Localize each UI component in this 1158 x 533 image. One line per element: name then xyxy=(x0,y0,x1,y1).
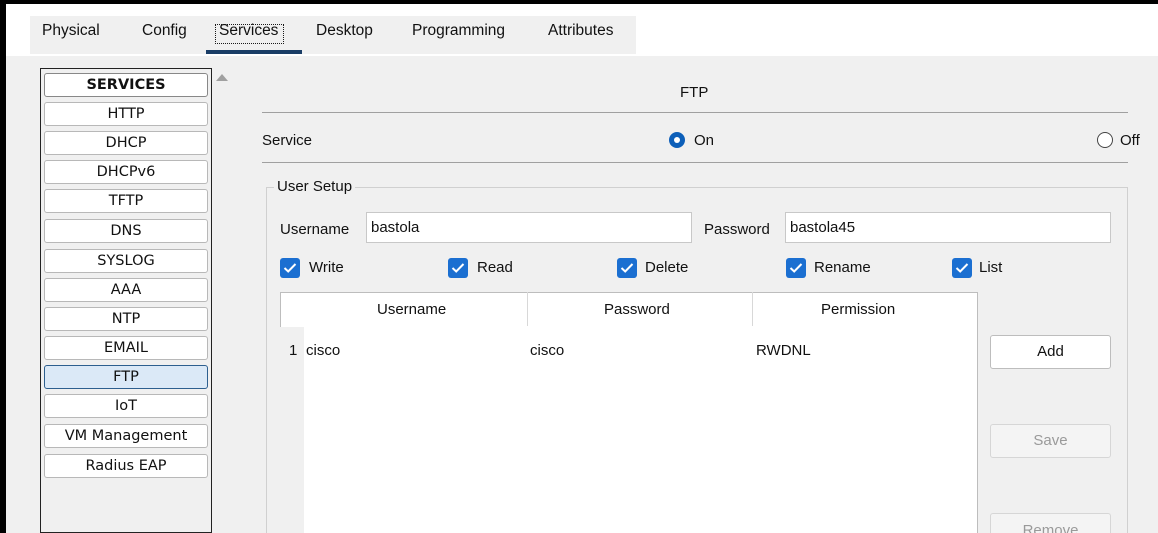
service-off-label: Off xyxy=(1120,132,1140,149)
service-on-radio[interactable] xyxy=(669,132,685,148)
sidebar-item-aaa[interactable]: AAA xyxy=(44,278,208,302)
sidebar-item-dhcpv6[interactable]: DHCPv6 xyxy=(44,160,208,184)
sidebar-item-dhcp[interactable]: DHCP xyxy=(44,131,208,155)
sidebar-item-radius-eap[interactable]: Radius EAP xyxy=(44,454,208,478)
list-checkbox[interactable] xyxy=(952,258,972,278)
sidebar-item-ntp[interactable]: NTP xyxy=(44,307,208,331)
sidebar-item-ftp[interactable]: FTP xyxy=(44,365,208,389)
page-title: FTP xyxy=(680,84,709,101)
user-setup-title: User Setup xyxy=(274,178,356,195)
service-label: Service xyxy=(262,132,313,149)
table-cell-username[interactable]: cisco xyxy=(306,342,340,359)
username-field[interactable]: bastola xyxy=(366,212,692,243)
column-header-permission[interactable]: Permission xyxy=(821,301,895,318)
save-button[interactable]: Save xyxy=(990,424,1111,458)
remove-button[interactable]: Remove xyxy=(990,513,1111,533)
checkmark-icon xyxy=(283,263,297,273)
tab-focus-outline xyxy=(215,24,284,44)
write-label: Write xyxy=(309,259,344,276)
tab-config[interactable]: Config xyxy=(142,22,187,40)
sidebar-scrollbar[interactable] xyxy=(212,68,232,533)
sidebar-item-syslog[interactable]: SYSLOG xyxy=(44,249,208,273)
column-divider xyxy=(752,292,753,326)
column-header-username[interactable]: Username xyxy=(377,301,446,318)
checkmark-icon xyxy=(451,263,465,273)
sidebar-item-iot[interactable]: IoT xyxy=(44,394,208,418)
password-label: Password xyxy=(704,221,770,238)
delete-checkbox[interactable] xyxy=(617,258,637,278)
add-button[interactable]: Add xyxy=(990,335,1111,369)
write-checkbox[interactable] xyxy=(280,258,300,278)
list-label: List xyxy=(979,259,1003,276)
service-on-label: On xyxy=(694,132,715,149)
password-field[interactable]: bastola45 xyxy=(785,212,1111,243)
rename-checkbox[interactable] xyxy=(786,258,806,278)
sidebar-item-tftp[interactable]: TFTP xyxy=(44,189,208,213)
service-off-radio[interactable] xyxy=(1097,132,1113,148)
services-sidebar: SERVICES HTTP DHCP DHCPv6 TFTP DNS SYSLO… xyxy=(40,68,212,533)
tab-attributes[interactable]: Attributes xyxy=(548,22,613,40)
table-cell-password[interactable]: cisco xyxy=(530,342,564,359)
scroll-up-arrow-icon[interactable] xyxy=(216,74,228,81)
tab-programming[interactable]: Programming xyxy=(412,22,505,40)
table-row-index: 1 xyxy=(289,342,298,359)
users-table[interactable] xyxy=(280,292,978,533)
rename-label: Rename xyxy=(814,259,871,276)
sidebar-item-http[interactable]: HTTP xyxy=(44,102,208,126)
username-label: Username xyxy=(280,221,350,238)
sidebar-item-email[interactable]: EMAIL xyxy=(44,336,208,360)
sidebar-header: SERVICES xyxy=(44,73,208,97)
tab-selected-indicator xyxy=(206,50,302,54)
tab-desktop[interactable]: Desktop xyxy=(316,22,373,40)
column-header-password[interactable]: Password xyxy=(604,301,670,318)
tab-physical[interactable]: Physical xyxy=(42,22,100,40)
read-checkbox[interactable] xyxy=(448,258,468,278)
table-cell-permission[interactable]: RWDNL xyxy=(756,342,811,359)
checkmark-icon xyxy=(620,263,634,273)
checkmark-icon xyxy=(789,263,803,273)
column-divider xyxy=(527,292,528,326)
delete-label: Delete xyxy=(645,259,689,276)
divider-service xyxy=(262,162,1128,163)
sidebar-item-vm-management[interactable]: VM Management xyxy=(44,424,208,448)
sidebar-item-dns[interactable]: DNS xyxy=(44,219,208,243)
divider-top xyxy=(262,112,1128,113)
read-label: Read xyxy=(477,259,513,276)
checkmark-icon xyxy=(955,263,969,273)
